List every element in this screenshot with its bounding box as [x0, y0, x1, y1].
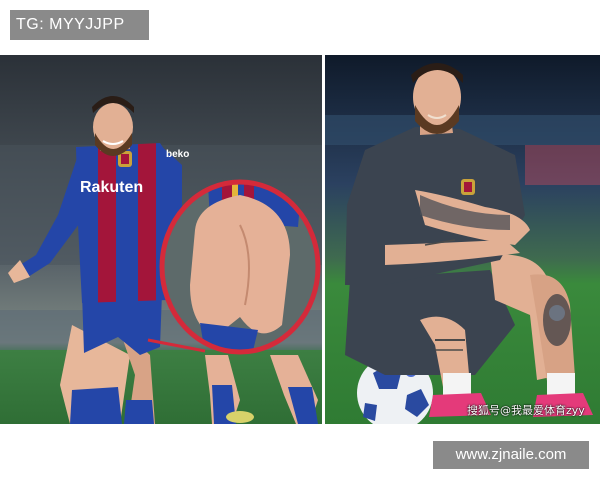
photo-caption: 搜狐号@我最爱体育zyy [467, 404, 585, 417]
left-photo-panel: beko Rakuten [0, 55, 322, 424]
right-photo [325, 55, 600, 424]
top-watermark-tag: TG: MYYJJPP [10, 10, 149, 40]
sleeve-sponsor-text: beko [166, 149, 189, 160]
left-photo: beko Rakuten [0, 55, 322, 424]
right-photo-panel [325, 55, 600, 424]
bottom-watermark-tag: www.zjnaile.com [433, 441, 589, 469]
jersey-sponsor-text: Rakuten [80, 179, 143, 196]
